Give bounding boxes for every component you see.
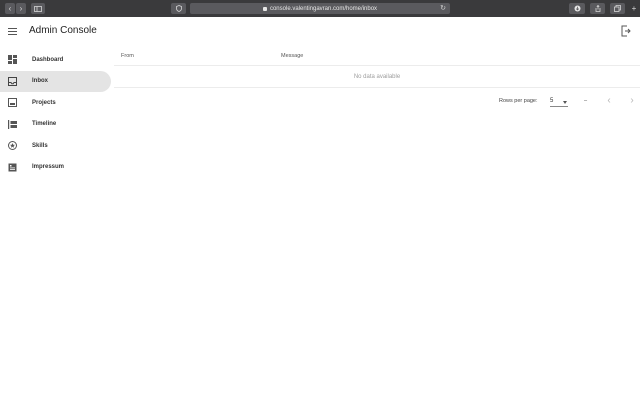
impressum-icon — [8, 163, 17, 171]
sidebar-item-label: Impressum — [32, 164, 65, 171]
lock-icon — [262, 6, 267, 11]
chevron-left-icon: ‹ — [8, 3, 12, 13]
back-button[interactable]: ‹ — [5, 3, 15, 14]
shield-icon — [175, 5, 182, 12]
forward-button[interactable]: › — [16, 3, 26, 14]
rows-per-page-select[interactable]: 5 — [550, 96, 568, 107]
sidebar-item-label: Projects — [32, 99, 56, 106]
chevron-right-icon: › — [630, 95, 634, 106]
projects-icon — [8, 98, 17, 107]
sidebar-item-label: Skills — [32, 142, 48, 149]
previous-page-button[interactable]: ‹ — [604, 96, 614, 106]
rows-per-page-label: Rows per page: — [499, 98, 538, 104]
rows-per-page-value: 5 — [550, 98, 554, 104]
privacy-shield-button[interactable] — [171, 3, 186, 14]
app-header: Admin Console — [0, 17, 640, 47]
inbox-table: From Message No data available — [114, 47, 640, 88]
empty-state-row: No data available — [114, 66, 640, 88]
share-icon — [595, 5, 600, 12]
share-button[interactable] — [590, 3, 605, 14]
empty-state-text: No data available — [353, 73, 401, 80]
plus-icon: + — [631, 3, 637, 13]
next-page-button[interactable]: › — [627, 96, 637, 106]
address-text: console.valentingavran.com/home/inbox — [269, 5, 378, 12]
download-icon — [574, 5, 580, 12]
logout-icon[interactable] — [621, 25, 631, 37]
sidebar-icon — [34, 5, 42, 12]
sidebar-item-label: Dashboard — [32, 56, 64, 63]
caret-down-icon — [563, 101, 567, 104]
sidebar: Dashboard Inbox Projects Timeline Skills — [0, 49, 111, 178]
page-title: Admin Console — [29, 25, 97, 36]
table-header: From Message — [114, 47, 640, 66]
page-range-text: – — [584, 98, 588, 104]
inbox-icon — [8, 76, 17, 86]
new-tab-button[interactable]: + — [628, 3, 640, 14]
sidebar-item-skills[interactable]: Skills — [0, 135, 111, 157]
chevron-right-icon: › — [19, 3, 23, 13]
address-bar[interactable]: console.valentingavran.com/home/inbox ↻ — [190, 3, 450, 14]
reload-icon[interactable]: ↻ — [440, 4, 446, 12]
tabs-button[interactable] — [610, 3, 625, 14]
table-pagination: Rows per page: 5 – ‹ › — [114, 92, 640, 112]
skills-icon — [8, 141, 17, 150]
sidebar-item-inbox[interactable]: Inbox — [0, 70, 111, 92]
downloads-button[interactable] — [569, 3, 585, 14]
sidebar-item-dashboard[interactable]: Dashboard — [0, 49, 111, 71]
menu-icon[interactable] — [8, 28, 17, 35]
column-header-from[interactable]: From — [121, 53, 134, 59]
chevron-left-icon: ‹ — [607, 95, 611, 106]
tabs-icon — [614, 5, 621, 12]
sidebar-item-projects[interactable]: Projects — [0, 92, 111, 114]
timeline-icon — [8, 119, 17, 129]
browser-toolbar: ‹ › console.valentingavran.com/home/inbo… — [0, 0, 640, 17]
column-header-message[interactable]: Message — [281, 53, 303, 59]
sidebar-item-timeline[interactable]: Timeline — [0, 114, 111, 136]
sidebar-item-label: Inbox — [32, 78, 48, 85]
sidebar-toggle-button[interactable] — [31, 3, 45, 14]
dashboard-icon — [8, 55, 17, 64]
sidebar-item-impressum[interactable]: Impressum — [0, 157, 111, 179]
sidebar-item-label: Timeline — [32, 121, 57, 128]
